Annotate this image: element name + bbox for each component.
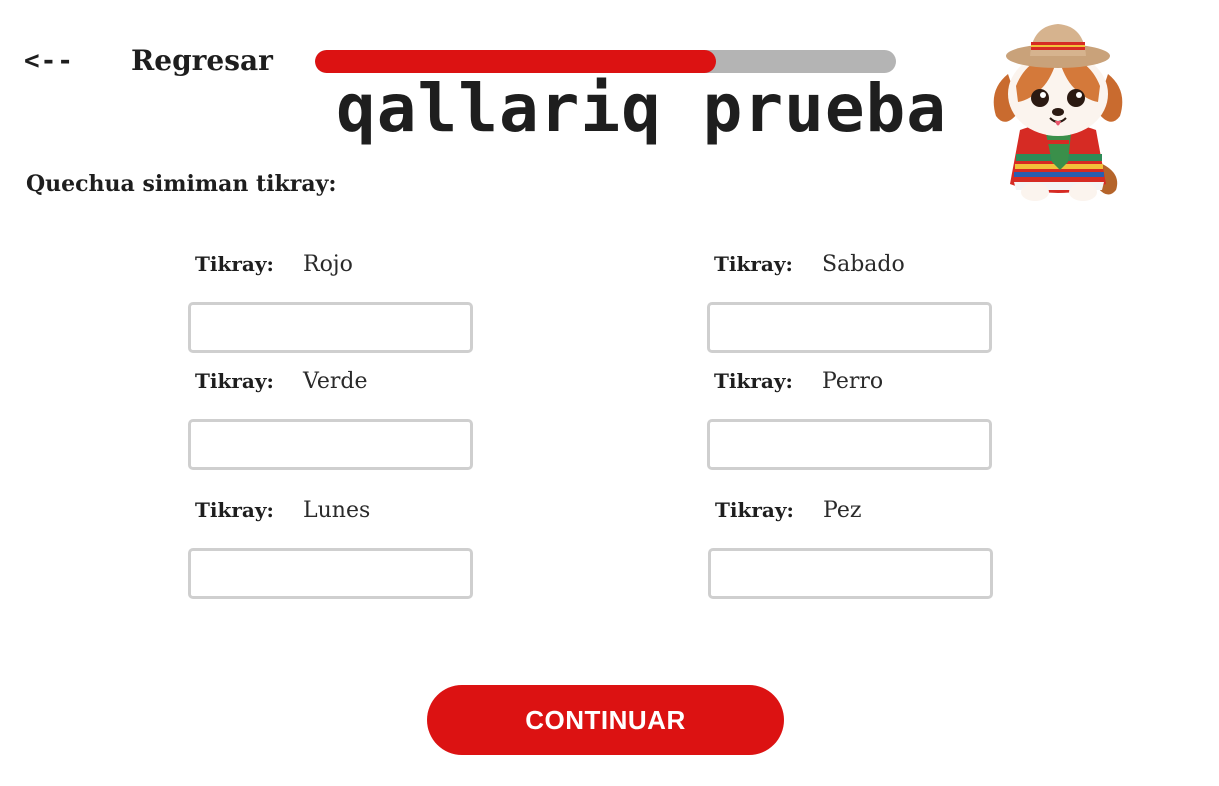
answer-input-verde[interactable] bbox=[188, 419, 473, 470]
page-title: qallariq prueba bbox=[336, 70, 948, 147]
item-prompt-label: Tikray: bbox=[195, 369, 274, 393]
translation-item: Tikray: Sabado bbox=[707, 247, 997, 357]
translation-item: Tikray: Perro bbox=[707, 364, 997, 474]
item-word: Perro bbox=[822, 368, 884, 394]
back-link[interactable]: Regresar bbox=[131, 44, 273, 77]
continue-button[interactable]: CONTINUAR bbox=[427, 685, 784, 755]
item-prompt-label: Tikray: bbox=[714, 252, 793, 276]
item-label-row: Tikray: Rojo bbox=[195, 247, 353, 281]
answer-input-lunes[interactable] bbox=[188, 548, 473, 599]
item-word: Verde bbox=[303, 368, 368, 394]
item-prompt-label: Tikray: bbox=[715, 498, 794, 522]
translation-item: Tikray: Pez bbox=[708, 493, 998, 603]
item-label-row: Tikray: Lunes bbox=[195, 493, 370, 527]
item-word: Pez bbox=[823, 497, 862, 523]
item-word: Rojo bbox=[303, 251, 353, 277]
item-word: Lunes bbox=[303, 497, 371, 523]
item-label-row: Tikray: Sabado bbox=[714, 247, 905, 281]
back-arrow-icon[interactable]: <-- bbox=[24, 46, 74, 76]
item-word: Sabado bbox=[822, 251, 905, 277]
translation-item: Tikray: Lunes bbox=[188, 493, 478, 603]
puppy-mascot-icon bbox=[980, 12, 1135, 207]
translation-item: Tikray: Rojo bbox=[188, 247, 478, 357]
item-label-row: Tikray: Perro bbox=[714, 364, 883, 398]
answer-input-pez[interactable] bbox=[708, 548, 993, 599]
item-prompt-label: Tikray: bbox=[195, 252, 274, 276]
instruction-text: Quechua simiman tikray: bbox=[26, 171, 337, 197]
translation-item: Tikray: Verde bbox=[188, 364, 478, 474]
item-label-row: Tikray: Pez bbox=[715, 493, 861, 527]
answer-input-perro[interactable] bbox=[707, 419, 992, 470]
item-prompt-label: Tikray: bbox=[195, 498, 274, 522]
item-prompt-label: Tikray: bbox=[714, 369, 793, 393]
answer-input-rojo[interactable] bbox=[188, 302, 473, 353]
item-label-row: Tikray: Verde bbox=[195, 364, 368, 398]
answer-input-sabado[interactable] bbox=[707, 302, 992, 353]
